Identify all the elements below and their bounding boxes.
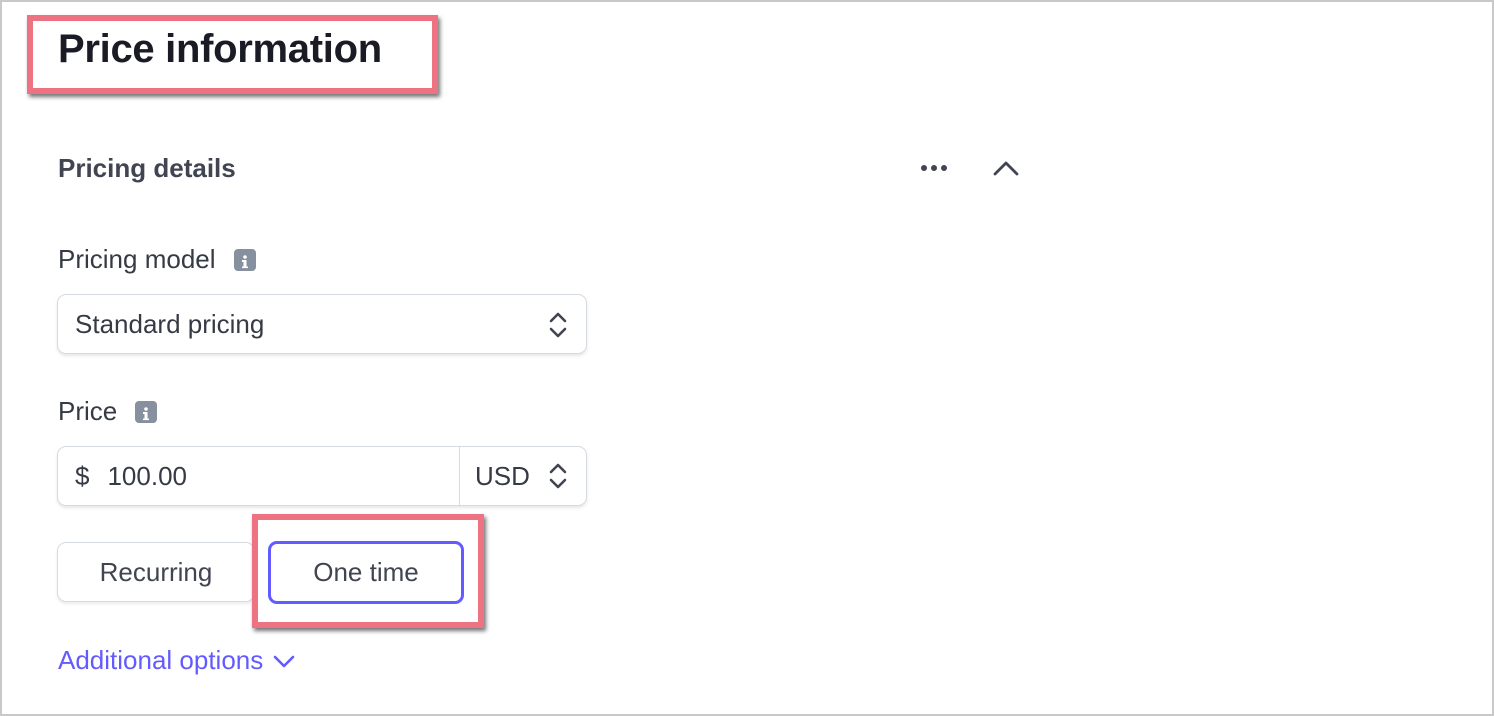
one-time-button[interactable]: One time bbox=[268, 541, 464, 604]
pricing-model-select[interactable]: Standard pricing bbox=[57, 294, 587, 354]
currency-value: USD bbox=[475, 460, 530, 491]
page-title: Price information bbox=[58, 27, 382, 71]
chevron-up-icon[interactable] bbox=[988, 154, 1024, 184]
currency-symbol: $ bbox=[75, 460, 90, 491]
recurring-button[interactable]: Recurring bbox=[57, 542, 255, 602]
pricing-model-info-icon[interactable] bbox=[233, 248, 256, 271]
screenshot-frame bbox=[0, 0, 1494, 716]
price-info-icon[interactable] bbox=[135, 400, 158, 423]
pricing-model-value: Standard pricing bbox=[75, 308, 265, 339]
additional-options-link[interactable]: Additional options bbox=[58, 645, 297, 676]
price-amount-input[interactable] bbox=[107, 460, 408, 492]
pricing-model-label: Pricing model bbox=[58, 244, 256, 275]
select-arrows-icon bbox=[548, 311, 568, 339]
price-label-text: Price bbox=[58, 396, 118, 426]
section-title: Pricing details bbox=[58, 153, 236, 183]
select-arrows-icon bbox=[548, 462, 568, 490]
price-field-group: $ USD bbox=[57, 446, 587, 506]
pricing-model-label-text: Pricing model bbox=[58, 244, 216, 274]
price-label: Price bbox=[58, 396, 158, 427]
currency-select[interactable]: USD bbox=[459, 447, 586, 505]
more-options-icon[interactable] bbox=[914, 154, 954, 184]
price-amount-field[interactable]: $ bbox=[58, 447, 459, 505]
chevron-down-icon bbox=[273, 655, 295, 667]
additional-options-label: Additional options bbox=[58, 645, 264, 675]
